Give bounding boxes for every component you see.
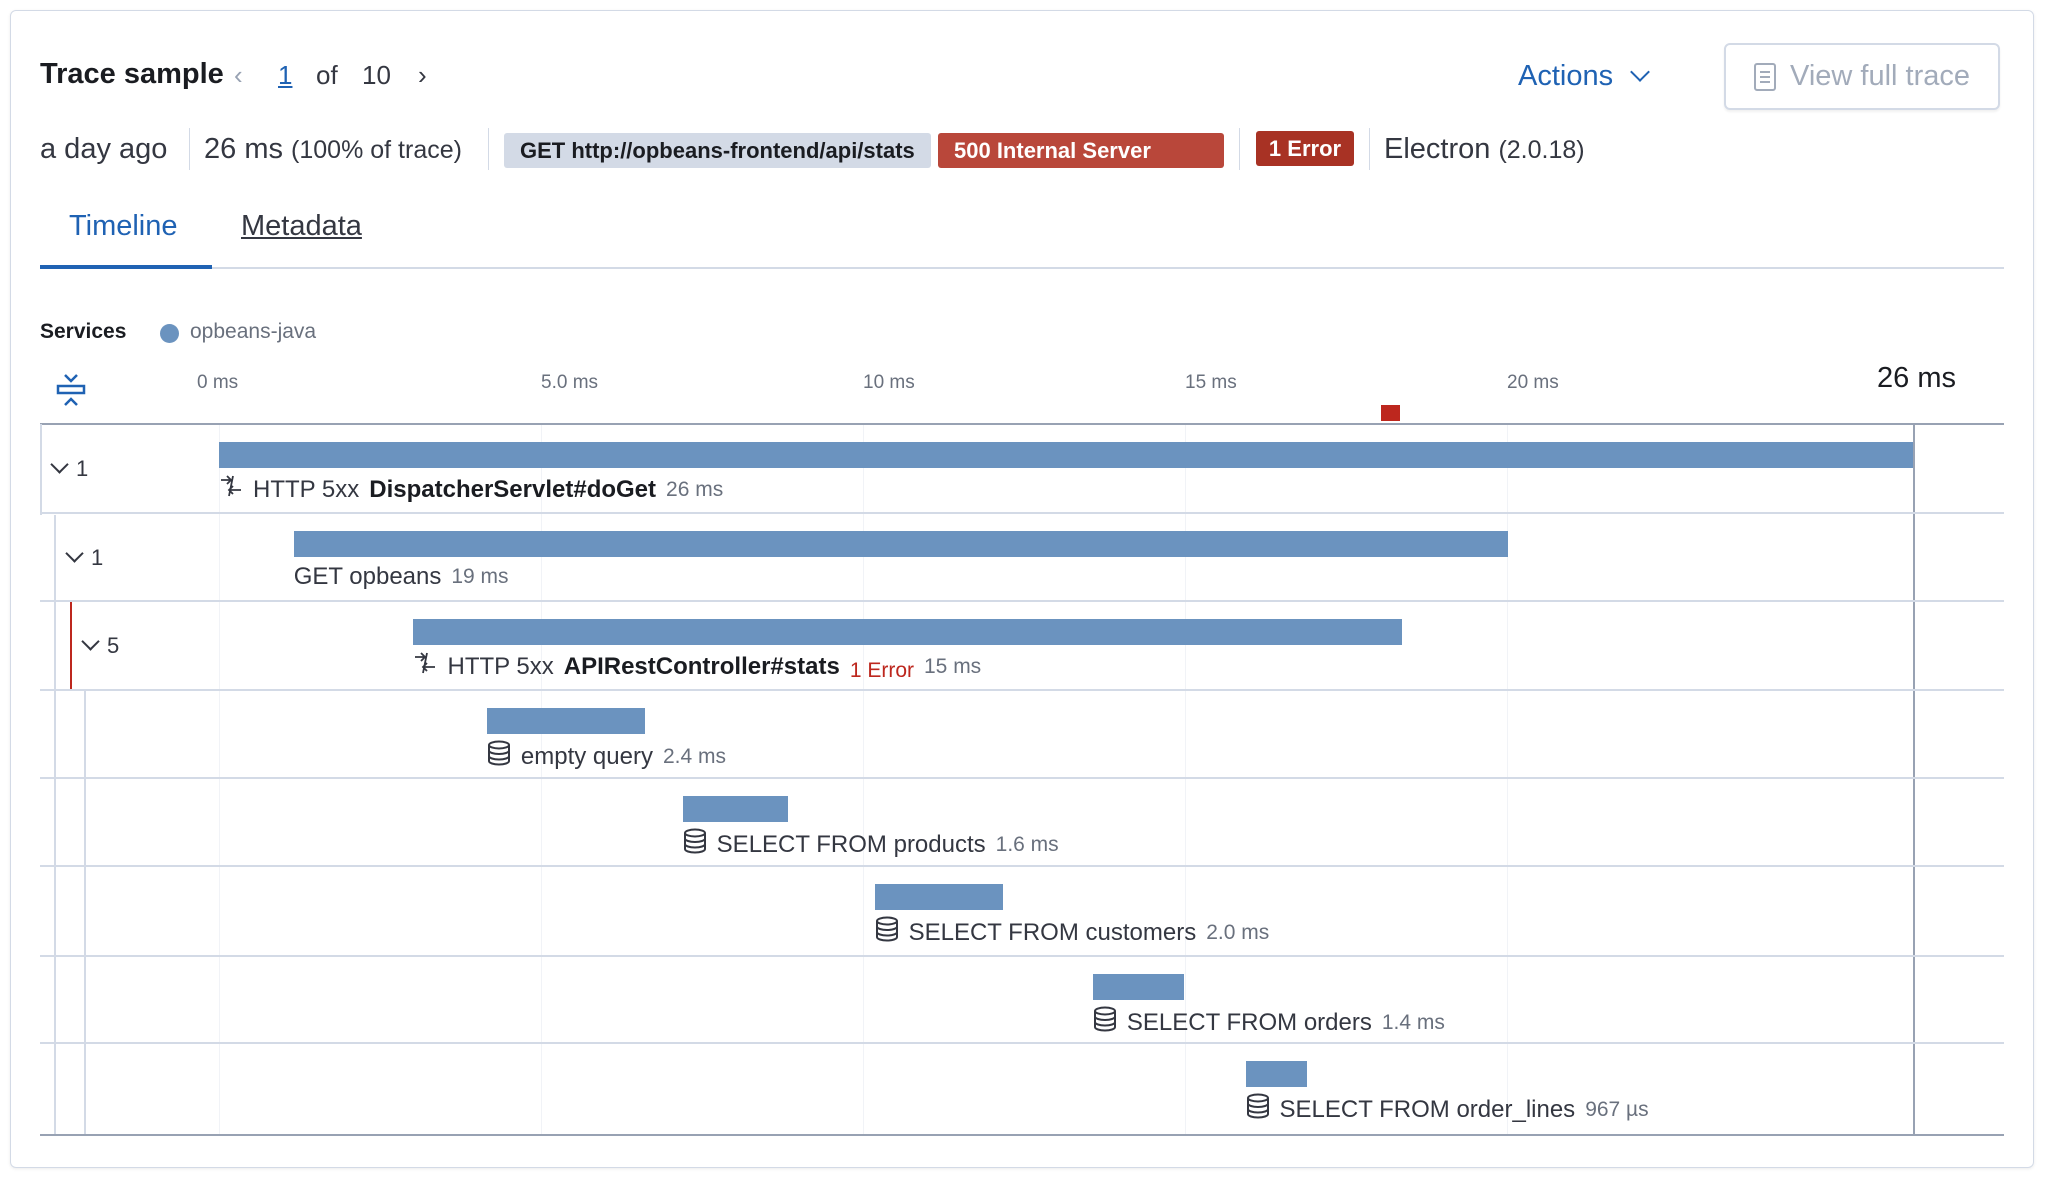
tab-timeline[interactable]: Timeline (69, 210, 178, 243)
active-tab-indicator (40, 265, 212, 269)
database-icon (1246, 1093, 1270, 1126)
span-name: empty query (520, 742, 653, 770)
trace-duration: 26 ms (100% of trace) (204, 130, 462, 169)
database-icon (1093, 1006, 1117, 1039)
chevron-down-icon (50, 454, 69, 474)
waterfall-row[interactable] (40, 956, 2004, 1043)
agent-name: Electron (1384, 133, 1491, 165)
chevron-down-icon (1630, 62, 1651, 82)
database-icon (487, 740, 511, 773)
prev-page-button[interactable]: ‹ (234, 60, 243, 91)
span-duration: 19 ms (451, 565, 509, 588)
span-name: SELECT FROM customers (908, 918, 1197, 946)
divider (1369, 128, 1370, 170)
agent-version: (2.0.18) (1498, 136, 1585, 164)
span-duration: 15 ms (924, 654, 982, 678)
divider (488, 128, 489, 170)
span-label[interactable]: GET opbeans 19 ms (294, 563, 509, 591)
span-name: SELECT FROM orders (1126, 1008, 1372, 1036)
span-bar[interactable] (682, 796, 789, 822)
span-duration: 2.0 ms (1206, 920, 1270, 944)
span-duration: 26 ms (666, 477, 724, 501)
span-duration: 2.4 ms (662, 744, 726, 768)
axis-tick-label: 5.0 ms (541, 372, 599, 393)
http-icon (413, 651, 437, 682)
chevron-down-icon (81, 631, 100, 651)
span-name: SELECT FROM order_lines (1279, 1095, 1576, 1123)
span-name: SELECT FROM products (716, 830, 986, 858)
span-name: APIRestController#stats (563, 652, 840, 680)
view-full-trace-label: View full trace (1790, 60, 1970, 92)
span-bar[interactable] (486, 708, 645, 734)
child-count: 5 (107, 633, 120, 658)
expand-toggle[interactable]: 5 (81, 631, 120, 659)
next-page-button[interactable]: › (418, 60, 427, 91)
document-icon (1754, 62, 1776, 91)
error-badge[interactable]: 1 Error (1256, 131, 1354, 166)
timestamp: a day ago (40, 133, 168, 165)
axis-tick-label: 15 ms (1185, 372, 1237, 393)
duration-value: 26 ms (204, 133, 283, 165)
axis-tick-label: 10 ms (863, 372, 915, 393)
service-color-dot (160, 324, 179, 343)
span-bar[interactable] (293, 531, 1508, 557)
span-bar[interactable] (1245, 1061, 1308, 1087)
database-icon (683, 828, 707, 861)
span-type: HTTP 5xx (253, 475, 360, 503)
child-count: 1 (91, 545, 104, 570)
child-count: 1 (76, 456, 89, 481)
span-type: HTTP 5xx (447, 652, 554, 680)
database-icon (875, 916, 899, 949)
span-label[interactable]: HTTP 5xx DispatcherServlet#doGet 26 ms (219, 474, 723, 505)
waterfall-row[interactable] (40, 690, 2004, 778)
span-name: GET opbeans (293, 563, 442, 590)
pagination-of: of (316, 60, 338, 90)
timeline-bottom-border (40, 1134, 2004, 1136)
expand-toggle[interactable]: 1 (50, 454, 89, 482)
current-page-link[interactable]: 1 (278, 60, 292, 91)
span-label[interactable]: SELECT FROM customers 2.0 ms (875, 916, 1270, 949)
actions-label: Actions (1518, 60, 1614, 92)
span-label[interactable]: SELECT FROM orders 1.4 ms (1093, 1006, 1445, 1039)
pagination-total: 10 (362, 60, 391, 90)
status-badge: 500 Internal Server Error (938, 133, 1224, 198)
request-badge: GET http://opbeans-frontend/api/stats (504, 133, 931, 168)
waterfall-row[interactable] (40, 1043, 2004, 1135)
services-label: Services (40, 320, 127, 343)
divider (1239, 128, 1240, 170)
span-bar[interactable] (413, 619, 1403, 645)
page-title: Trace sample (40, 58, 224, 90)
span-duration: 1.4 ms (1381, 1010, 1445, 1034)
expand-toggle[interactable]: 1 (65, 543, 104, 571)
span-bar[interactable] (219, 442, 1913, 468)
span-bar[interactable] (1092, 974, 1185, 1000)
axis-tick-label: 20 ms (1507, 372, 1559, 393)
tabs-divider (40, 267, 2004, 269)
span-name: DispatcherServlet#doGet (369, 475, 657, 503)
span-label[interactable]: empty query 2.4 ms (487, 740, 726, 773)
span-duration: 1.6 ms (995, 832, 1059, 856)
waterfall-row[interactable] (40, 601, 2004, 690)
duration-percent: (100% of trace) (291, 136, 462, 164)
chevron-down-icon (65, 543, 84, 563)
span-label[interactable]: SELECT FROM products 1.6 ms (683, 828, 1059, 861)
divider (189, 128, 190, 170)
error-marker[interactable] (1381, 405, 1401, 421)
span-error-badge[interactable]: 1 Error (850, 659, 914, 683)
tab-metadata[interactable]: Metadata (241, 210, 362, 243)
span-label[interactable]: SELECT FROM order_lines 967 µs (1246, 1093, 1649, 1126)
http-icon (219, 474, 243, 505)
axis-tick-label: 0 ms (197, 372, 239, 393)
span-bar[interactable] (874, 884, 1003, 910)
view-full-trace-button[interactable]: View full trace (1724, 43, 2000, 110)
agent-info: Electron (2.0.18) (1384, 130, 1585, 169)
span-duration: 967 µs (1585, 1097, 1649, 1121)
service-legend-item: opbeans-java (190, 320, 317, 343)
actions-button[interactable]: Actions (1518, 60, 1651, 93)
span-label[interactable]: HTTP 5xx APIRestController#stats 1 Error 15… (413, 651, 981, 682)
collapse-all-icon[interactable] (56, 372, 86, 408)
total-duration-label: 26 ms (1877, 362, 1956, 394)
